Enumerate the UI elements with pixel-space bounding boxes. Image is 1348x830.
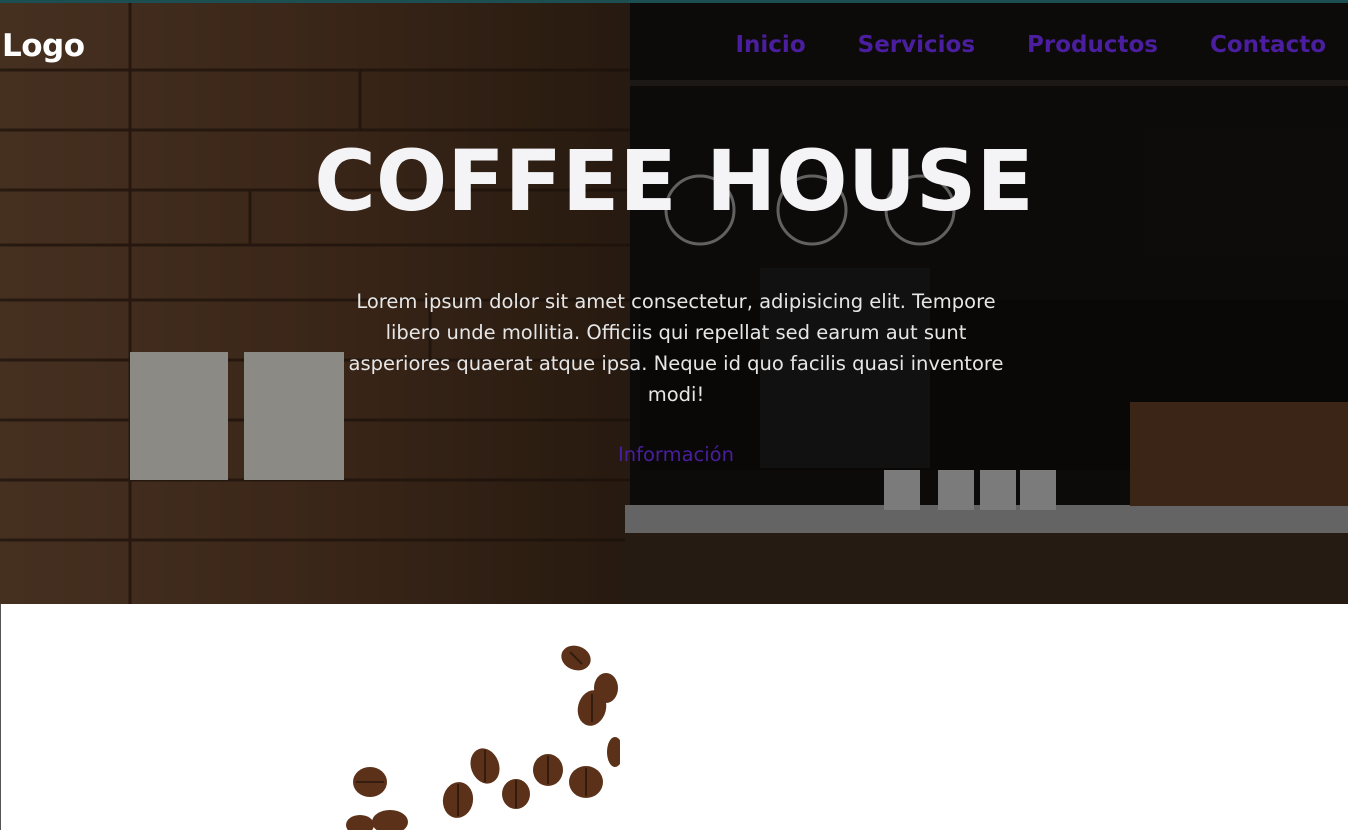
- left-border: [0, 604, 1, 830]
- hero-title: COFFEE HOUSE: [314, 132, 1034, 230]
- logo[interactable]: Logo: [2, 28, 85, 64]
- info-button[interactable]: Información: [596, 443, 756, 466]
- nav-link-servicios[interactable]: Servicios: [858, 32, 975, 58]
- nav-links: Inicio Servicios Productos Contacto: [735, 32, 1326, 58]
- hero-section: Logo Inicio Servicios Productos Contacto…: [0, 0, 1348, 604]
- nav-link-contacto[interactable]: Contacto: [1210, 32, 1326, 58]
- nav-link-inicio[interactable]: Inicio: [735, 32, 805, 58]
- coffee-beans-image: [346, 645, 620, 830]
- hero-description: Lorem ipsum dolor sit amet consectetur, …: [348, 290, 1004, 406]
- top-accent-strip: [0, 0, 1348, 3]
- nav-link-productos[interactable]: Productos: [1027, 32, 1158, 58]
- navbar: Logo Inicio Servicios Productos Contacto: [0, 22, 1348, 70]
